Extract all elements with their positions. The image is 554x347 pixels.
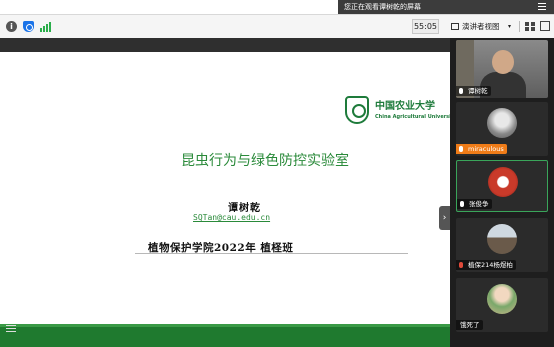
slide-divider	[135, 253, 408, 254]
chevron-down-icon: ▾	[507, 23, 511, 30]
avatar	[487, 224, 517, 254]
presenter-email[interactable]: SQTan@cau.edu.cn	[193, 213, 270, 222]
participant-label: 张俊争	[457, 199, 492, 209]
info-icon[interactable]: i	[6, 21, 17, 32]
avatar	[487, 284, 517, 314]
meeting-timer: 55:05	[412, 19, 439, 34]
participant-tile[interactable]: 植保214杨煜柏	[456, 218, 548, 272]
meeting-window: 您正在观看谭树乾的屏幕 i 55:05 演讲者视图 ▾ 中国农业大学 China…	[0, 0, 554, 347]
screen-share-banner: 您正在观看谭树乾的屏幕	[338, 0, 554, 14]
view-label: 演讲者视图	[462, 22, 500, 31]
fullscreen-icon[interactable]	[540, 21, 550, 31]
shield-icon[interactable]	[23, 21, 34, 32]
participant-label: 植保214杨煜柏	[456, 260, 516, 270]
avatar	[488, 167, 518, 197]
avatar	[487, 108, 517, 138]
university-logo: 中国农业大学 China Agricultural University	[345, 96, 457, 126]
banner-text: 您正在观看谭树乾的屏幕	[344, 3, 421, 11]
signal-icon[interactable]	[40, 21, 52, 32]
logo-english-name: China Agricultural University	[375, 114, 457, 120]
toolbar: i 55:05 演讲者视图 ▾	[0, 15, 554, 38]
chat-icon[interactable]	[4, 323, 18, 337]
participant-tile[interactable]: 张俊争	[456, 160, 548, 212]
menu-icon[interactable]	[538, 3, 546, 11]
participant-tile[interactable]: 饿死了	[456, 278, 548, 332]
mic-icon	[459, 146, 463, 152]
next-slide-icon[interactable]: ›	[439, 206, 450, 230]
mic-icon	[459, 262, 463, 268]
slide-footer-bar	[0, 324, 450, 347]
participant-label: miraculous	[456, 144, 507, 154]
toolbar-separator	[519, 21, 520, 32]
slide-title: 昆虫行为与绿色防控实验室	[181, 153, 349, 169]
participant-tile[interactable]: miraculous	[456, 102, 548, 156]
participant-sidebar: 谭树乾 miraculous 张俊争 植保214杨煜柏 饿死了	[450, 38, 554, 347]
logo-chinese-name: 中国农业大学	[375, 101, 435, 112]
university-emblem-icon	[345, 96, 369, 124]
participant-label: 饿死了	[456, 320, 483, 330]
participant-tile[interactable]: 谭树乾	[456, 40, 548, 98]
participant-label: 谭树乾	[456, 86, 491, 96]
mic-icon	[460, 201, 464, 207]
grid-icon	[451, 23, 459, 30]
speaker-view-button[interactable]: 演讲者视图 ▾	[449, 19, 513, 34]
tile-view-icon[interactable]	[525, 22, 535, 31]
mic-icon	[459, 88, 463, 94]
slide-footer-stripe	[0, 324, 450, 327]
presenter-name: 谭树乾	[228, 203, 261, 214]
presentation-slide	[0, 52, 450, 326]
